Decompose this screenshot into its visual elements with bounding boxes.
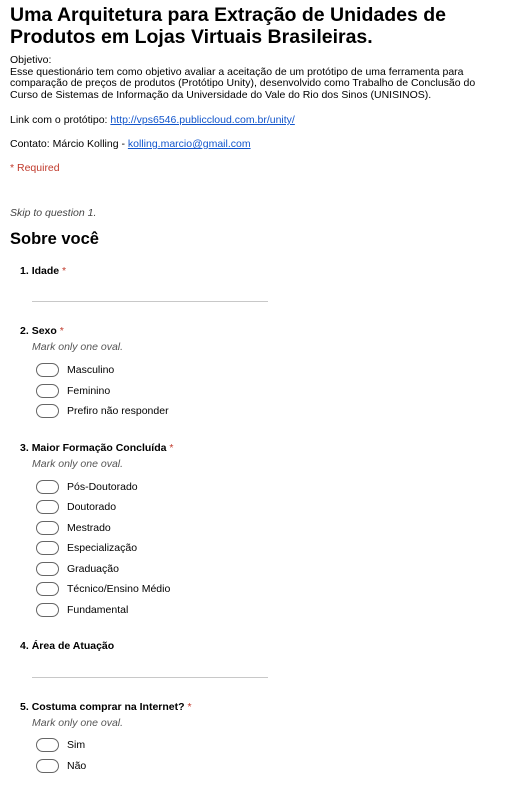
radio-oval[interactable] bbox=[36, 582, 59, 596]
question-hint: Mark only one oval. bbox=[32, 717, 124, 729]
option-feminino[interactable]: Feminino bbox=[36, 382, 110, 400]
question-formacao: 3. Maior Formação Concluída * bbox=[20, 442, 173, 454]
question-sexo: 2. Sexo * bbox=[20, 325, 64, 337]
description-line: comparação de preços de produtos (Protót… bbox=[10, 77, 476, 89]
question-area-atuacao: 4. Área de Atuação bbox=[20, 640, 114, 652]
radio-oval[interactable] bbox=[36, 384, 59, 398]
radio-oval[interactable] bbox=[36, 759, 59, 773]
radio-oval[interactable] bbox=[36, 480, 59, 494]
option-mestrado[interactable]: Mestrado bbox=[36, 519, 111, 537]
form-page: Uma Arquitetura para Extração de Unidade… bbox=[0, 0, 518, 788]
question-hint: Mark only one oval. bbox=[32, 341, 124, 353]
section-title: Sobre você bbox=[10, 230, 99, 248]
option-label: Especialização bbox=[67, 542, 138, 554]
option-doutorado[interactable]: Doutorado bbox=[36, 498, 116, 516]
question-title: Sexo bbox=[31, 325, 57, 337]
radio-oval[interactable] bbox=[36, 603, 59, 617]
contact-email-link[interactable]: kolling.marcio@gmail.com bbox=[128, 138, 251, 150]
question-number: 2. bbox=[20, 325, 29, 337]
option-label: Pós-Doutorado bbox=[67, 481, 138, 493]
option-label: Sim bbox=[67, 739, 86, 751]
radio-oval[interactable] bbox=[36, 500, 59, 514]
option-label: Feminino bbox=[67, 385, 111, 397]
question-number: 4. bbox=[20, 640, 29, 652]
form-title: Uma Arquitetura para Extração de Unidade… bbox=[10, 4, 446, 48]
prototype-link-prefix: Link com o protótipo: bbox=[10, 114, 111, 126]
option-label: Mestrado bbox=[67, 522, 111, 534]
question-title: Maior Formação Concluída bbox=[31, 442, 167, 454]
form-description: Objetivo: Esse questionário tem como obj… bbox=[10, 54, 510, 101]
area-atuacao-input[interactable] bbox=[32, 677, 268, 678]
option-especializacao[interactable]: Especialização bbox=[36, 539, 137, 557]
option-label: Fundamental bbox=[67, 604, 129, 616]
prototype-link-row: Link com o protótipo: http://vps6546.pub… bbox=[10, 114, 295, 126]
prototype-link[interactable]: http://vps6546.publiccloud.com.br/unity/ bbox=[110, 114, 294, 126]
option-pos-doutorado[interactable]: Pós-Doutorado bbox=[36, 478, 138, 496]
objective-label: Objetivo: bbox=[10, 54, 52, 66]
idade-input[interactable] bbox=[32, 301, 268, 302]
required-star: * bbox=[169, 442, 174, 454]
option-prefiro-nao-responder[interactable]: Prefiro não responder bbox=[36, 402, 169, 420]
option-tecnico-ensino-medio[interactable]: Técnico/Ensino Médio bbox=[36, 580, 170, 598]
option-fundamental[interactable]: Fundamental bbox=[36, 601, 128, 619]
radio-oval[interactable] bbox=[36, 521, 59, 535]
required-note: * Required bbox=[10, 162, 60, 174]
question-compra-internet: 5. Costuma comprar na Internet? * bbox=[20, 701, 192, 713]
question-title: Costuma comprar na Internet? bbox=[31, 701, 185, 713]
option-nao[interactable]: Não bbox=[36, 757, 86, 775]
question-idade: 1. Idade * bbox=[20, 265, 66, 277]
question-title: Área de Atuação bbox=[31, 640, 115, 652]
radio-oval[interactable] bbox=[36, 738, 59, 752]
option-masculino[interactable]: Masculino bbox=[36, 361, 114, 379]
radio-oval[interactable] bbox=[36, 541, 59, 555]
radio-oval[interactable] bbox=[36, 562, 59, 576]
radio-oval[interactable] bbox=[36, 363, 59, 377]
option-label: Doutorado bbox=[67, 501, 117, 513]
question-number: 3. bbox=[20, 442, 29, 454]
question-hint: Mark only one oval. bbox=[32, 458, 124, 470]
question-number: 1. bbox=[20, 265, 29, 277]
option-label: Técnico/Ensino Médio bbox=[67, 583, 171, 595]
skip-instruction: Skip to question 1. bbox=[10, 207, 97, 219]
option-label: Prefiro não responder bbox=[67, 405, 169, 417]
option-label: Não bbox=[67, 760, 87, 772]
option-label: Graduação bbox=[67, 563, 119, 575]
description-line: Curso de Sistemas de Informação da Unive… bbox=[10, 88, 432, 101]
required-star: * bbox=[62, 265, 67, 277]
option-label: Masculino bbox=[67, 364, 115, 376]
option-graduacao[interactable]: Graduação bbox=[36, 560, 119, 578]
contact-prefix: Contato: Márcio Kolling - bbox=[10, 138, 128, 150]
question-title: Idade bbox=[31, 265, 60, 277]
question-number: 5. bbox=[20, 701, 29, 713]
option-sim[interactable]: Sim bbox=[36, 736, 85, 754]
required-star: * bbox=[187, 701, 192, 713]
radio-oval[interactable] bbox=[36, 404, 59, 418]
contact-row: Contato: Márcio Kolling - kolling.marcio… bbox=[10, 138, 251, 150]
required-star: * bbox=[59, 325, 64, 337]
